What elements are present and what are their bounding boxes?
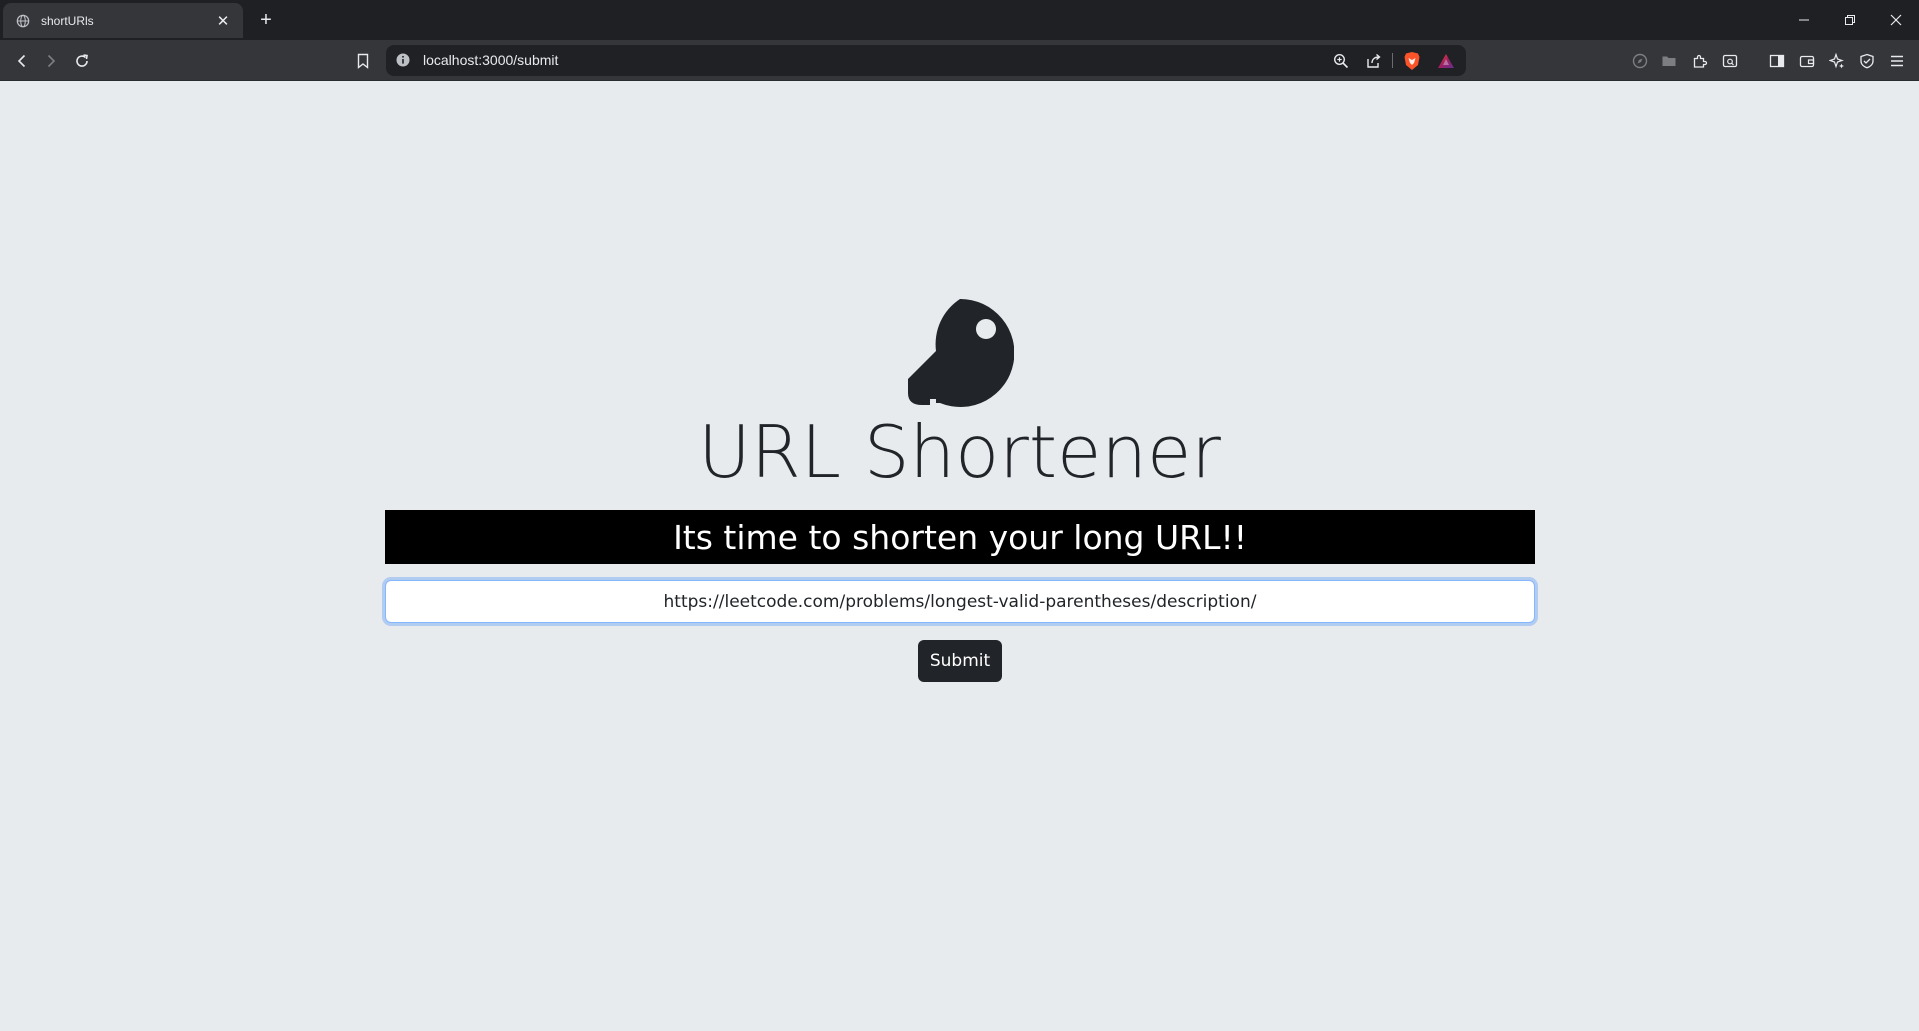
reload-icon [76,54,88,67]
brave-shields-icon[interactable] [1401,50,1423,72]
sparkle-icon [1829,53,1844,69]
bookmark-button[interactable] [351,49,375,73]
address-url[interactable]: localhost:3000/submit [423,52,558,68]
minimize-icon [1799,19,1809,21]
back-button[interactable] [10,49,34,73]
bookmark-icon [357,53,369,69]
arrow-left-icon [17,54,26,68]
arrow-right-icon [47,54,56,68]
brave-rewards-icon[interactable] [1435,50,1457,72]
shield-icon [1860,53,1874,69]
wallet-button[interactable] [1795,49,1819,73]
submit-button[interactable]: Submit [918,640,1002,682]
tab-search-icon [1722,54,1738,68]
browser-toolbar: localhost:3000/submit [0,40,1919,81]
compass-icon [1632,53,1648,69]
vpn-button[interactable] [1855,49,1879,73]
forward-button[interactable] [39,49,63,73]
browser-tab[interactable]: shortURls ✕ [3,3,243,38]
address-bar-separator [1392,53,1393,68]
hamburger-menu-icon [1891,55,1903,67]
puzzle-icon [1693,54,1708,68]
wallet-folder-button[interactable] [1657,49,1681,73]
tab-close-button[interactable]: ✕ [213,11,233,31]
tagline-banner: Its time to shorten your long URL!! [385,510,1535,564]
new-tab-button[interactable]: + [254,8,278,32]
close-icon [1890,14,1902,26]
page-content: URL Shortener Its time to shorten your l… [0,82,1919,1031]
reload-button[interactable] [70,49,94,73]
sidebar-icon [1769,54,1785,68]
browser-title-bar: shortURls ✕ + [0,0,1919,40]
close-window-button[interactable] [1873,0,1919,40]
address-bar[interactable]: localhost:3000/submit [386,45,1466,76]
globe-icon [15,13,31,29]
tab-title: shortURls [41,13,94,28]
minimize-button[interactable] [1781,0,1827,40]
site-info-icon[interactable] [395,52,411,68]
share-icon[interactable] [1363,50,1385,72]
leo-button[interactable] [1628,49,1652,73]
key-icon [908,299,1014,407]
tab-search-button[interactable] [1718,49,1742,73]
folder-icon [1662,56,1676,66]
extensions-button[interactable] [1688,49,1712,73]
restore-button[interactable] [1827,0,1873,40]
long-url-input[interactable] [385,580,1535,623]
sidebar-button[interactable] [1765,49,1789,73]
wallet-icon [1799,55,1815,68]
main-menu-button[interactable] [1885,49,1909,73]
restore-icon [1845,15,1855,25]
leo-ai-button[interactable] [1825,49,1849,73]
zoom-icon[interactable] [1330,50,1352,72]
page-title: URL Shortener [698,410,1221,494]
